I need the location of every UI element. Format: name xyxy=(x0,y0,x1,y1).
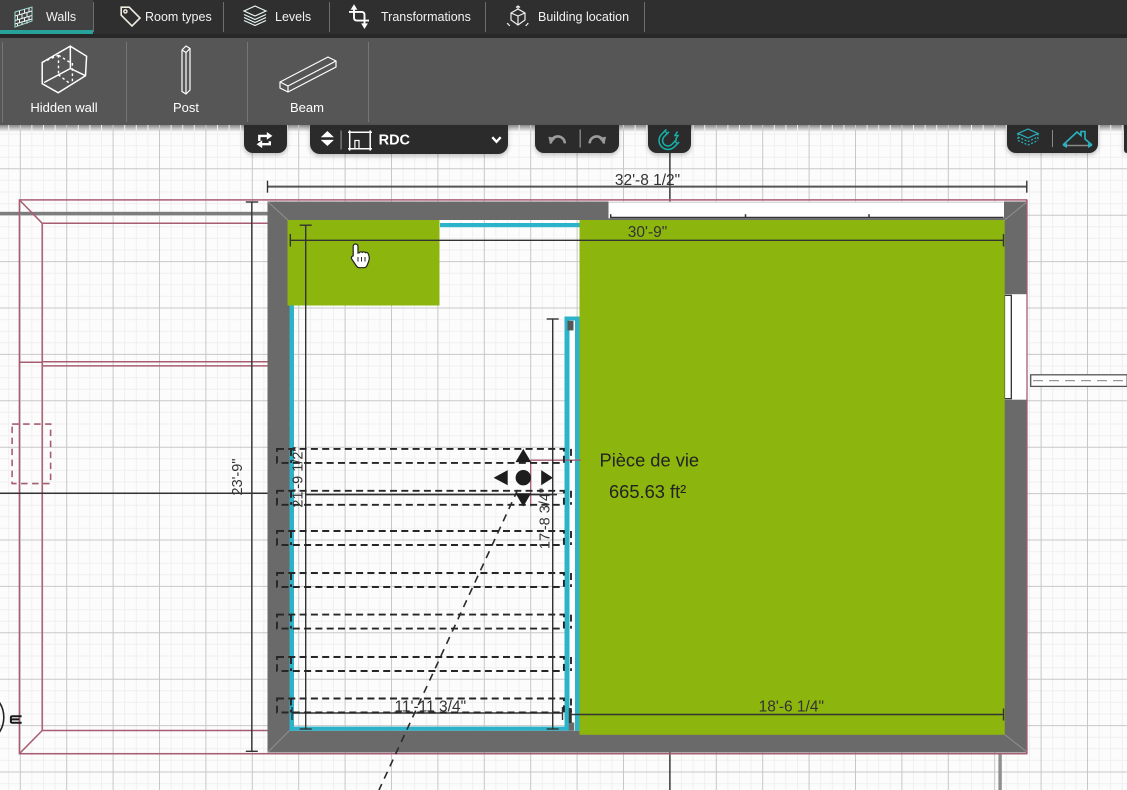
svg-text:30'-9": 30'-9" xyxy=(628,224,667,241)
svg-text:32'-8 1/2": 32'-8 1/2" xyxy=(615,172,680,189)
svg-text:11'-11 3/4": 11'-11 3/4" xyxy=(394,699,466,716)
svg-text:18'-6 1/4": 18'-6 1/4" xyxy=(759,699,824,716)
svg-text:665.63 ft²: 665.63 ft² xyxy=(609,481,686,502)
svg-text:17'-8 3/4": 17'-8 3/4" xyxy=(538,488,554,549)
svg-text:RDC: RDC xyxy=(379,133,411,149)
svg-text:Pièce de vie: Pièce de vie xyxy=(600,449,700,470)
svg-text:23'-9": 23'-9" xyxy=(230,459,246,496)
svg-text:21'-9 1/2": 21'-9 1/2" xyxy=(291,446,307,507)
